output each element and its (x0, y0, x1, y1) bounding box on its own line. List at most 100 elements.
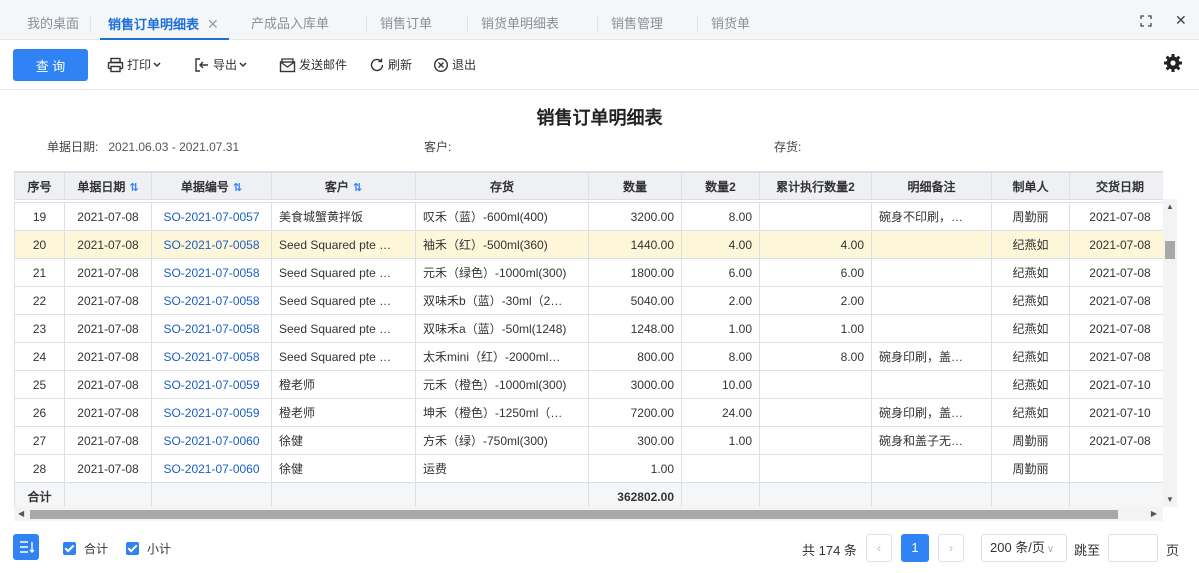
cell-order-no[interactable]: SO-2021-07-0058 (151, 230, 272, 259)
table-row[interactable]: 21 2021-07-08 SO-2021-07-0058 Seed Squared … (14, 258, 1163, 287)
cell-stock: 双味禾b（蓝）-30ml（2… (415, 286, 589, 315)
col-header-creator[interactable]: 制单人 (991, 172, 1070, 200)
tab-divider (697, 16, 698, 32)
send-email-button[interactable]: 发送邮件 (279, 56, 347, 73)
cell-executed-quantity2 (759, 202, 872, 231)
scroll-right-icon[interactable]: ▶ (1151, 509, 1157, 518)
tab-desktop[interactable]: 我的桌面 (27, 0, 79, 40)
tab-sales-order-detail[interactable]: 销售订单明细表 ✕ (100, 0, 229, 40)
vertical-scrollbar[interactable]: ▲ ▼ (1163, 199, 1177, 507)
checkbox-checked-icon (63, 542, 76, 555)
total-cell (1069, 482, 1163, 507)
current-page-button[interactable]: 1 (901, 534, 929, 562)
gear-icon[interactable] (1163, 53, 1183, 76)
table-row[interactable]: 25 2021-07-08 SO-2021-07-0059 橙老师 元禾（橙色）-100… (14, 370, 1163, 399)
cell-order-no[interactable]: SO-2021-07-0059 (151, 370, 272, 399)
mail-icon (279, 57, 296, 72)
scroll-thumb[interactable] (1165, 241, 1175, 259)
print-button[interactable]: 打印 (107, 56, 166, 73)
cell-stock: 元禾（橙色）-1000ml(300) (415, 370, 589, 399)
cell-order-no[interactable]: SO-2021-07-0058 (151, 342, 272, 371)
cell-delivery-date: 2021-07-08 (1069, 426, 1163, 455)
report-title: 销售订单明细表 (536, 108, 663, 128)
tab-divider (597, 16, 598, 32)
col-header-quantity2[interactable]: 数量2 (681, 172, 760, 200)
tab-delivery-note[interactable]: 销货单 (711, 0, 750, 40)
filter-stock: 存货: (774, 138, 801, 155)
col-header-index[interactable]: 序号 (14, 172, 65, 200)
table-row[interactable]: 24 2021-07-08 SO-2021-07-0058 Seed Squared … (14, 342, 1163, 371)
table-row[interactable]: 26 2021-07-08 SO-2021-07-0059 橙老师 坤禾（橙色）-125… (14, 398, 1163, 427)
cell-quantity2: 8.00 (681, 342, 760, 371)
cell-index: 20 (14, 230, 65, 259)
toolbar: 查 询 打印 导出 发送邮件 刷新 退出 (0, 40, 1199, 90)
cell-order-no[interactable]: SO-2021-07-0059 (151, 398, 272, 427)
cell-remark (871, 230, 992, 259)
cell-quantity: 3200.00 (588, 202, 682, 231)
sum-checkbox[interactable]: 合计 (63, 540, 108, 557)
col-header-executed-quantity2[interactable]: 累计执行数量2 (759, 172, 872, 200)
cell-order-no[interactable]: SO-2021-07-0058 (151, 258, 272, 287)
column-settings-button[interactable] (13, 534, 39, 560)
prev-page-button[interactable]: ‹ (866, 534, 892, 562)
subtotal-checkbox[interactable]: 小计 (126, 540, 171, 557)
horizontal-scrollbar[interactable]: ◀ ▶ (14, 507, 1163, 521)
sort-icon[interactable]: ⇅ (353, 182, 362, 194)
cell-creator: 纪燕如 (991, 398, 1070, 427)
cell-order-no[interactable]: SO-2021-07-0058 (151, 286, 272, 315)
col-header-delivery-date[interactable]: 交货日期 (1069, 172, 1163, 200)
cell-delivery-date (1069, 454, 1163, 483)
col-header-date[interactable]: 单据日期 ⇅ (64, 172, 152, 200)
cell-date: 2021-07-08 (64, 314, 152, 343)
cell-executed-quantity2 (759, 426, 872, 455)
table-row[interactable]: 27 2021-07-08 SO-2021-07-0060 徐健 方禾（绿）-750ml… (14, 426, 1163, 455)
tab-sales-order[interactable]: 销售订单 (380, 0, 432, 40)
close-window-icon[interactable]: ✕ (1175, 12, 1187, 29)
close-icon[interactable]: ✕ (207, 16, 219, 32)
table-row[interactable]: 23 2021-07-08 SO-2021-07-0058 Seed Squared … (14, 314, 1163, 343)
total-cell (151, 482, 272, 507)
col-header-remark[interactable]: 明细备注 (871, 172, 992, 200)
exit-button[interactable]: 退出 (433, 56, 476, 73)
total-cell (991, 482, 1070, 507)
cell-order-no[interactable]: SO-2021-07-0057 (151, 202, 272, 231)
jump-page-input[interactable] (1108, 534, 1158, 562)
col-header-stock[interactable]: 存货 (415, 172, 589, 200)
sort-icon[interactable]: ⇅ (129, 182, 138, 194)
cell-executed-quantity2 (759, 398, 872, 427)
next-page-button[interactable]: › (938, 534, 964, 562)
cell-delivery-date: 2021-07-08 (1069, 342, 1163, 371)
col-header-customer[interactable]: 客户 ⇅ (271, 172, 416, 200)
table-row[interactable]: 20 2021-07-08 SO-2021-07-0058 Seed Squared … (14, 230, 1163, 259)
cell-date: 2021-07-08 (64, 230, 152, 259)
cell-order-no[interactable]: SO-2021-07-0058 (151, 314, 272, 343)
col-header-order-no[interactable]: 单据编号 ⇅ (151, 172, 272, 200)
scroll-thumb[interactable] (30, 510, 1118, 519)
refresh-button[interactable]: 刷新 (369, 56, 412, 73)
query-button[interactable]: 查 询 (13, 49, 88, 81)
cell-creator: 纪燕如 (991, 342, 1070, 371)
cell-executed-quantity2: 4.00 (759, 230, 872, 259)
cell-remark (871, 314, 992, 343)
cell-quantity: 300.00 (588, 426, 682, 455)
fullscreen-icon[interactable] (1140, 14, 1152, 30)
table-row[interactable]: 19 2021-07-08 SO-2021-07-0057 美食城蟹黄拌饭 叹禾（蓝）-… (14, 202, 1163, 231)
cell-order-no[interactable]: SO-2021-07-0060 (151, 454, 272, 483)
export-button[interactable]: 导出 (194, 56, 252, 73)
scroll-left-icon[interactable]: ◀ (18, 509, 24, 518)
cell-quantity: 1440.00 (588, 230, 682, 259)
page-size-select[interactable]: 200 条/页 ∨ (981, 534, 1067, 562)
tab-product-inbound[interactable]: 产成品入库单 (251, 0, 329, 40)
table-row[interactable]: 22 2021-07-08 SO-2021-07-0058 Seed Squared … (14, 286, 1163, 315)
cell-stock: 方禾（绿）-750ml(300) (415, 426, 589, 455)
table-row[interactable]: 28 2021-07-08 SO-2021-07-0060 徐健 运费 1.00 周勤丽 (14, 454, 1163, 483)
scroll-up-icon[interactable]: ▲ (1166, 202, 1174, 211)
tab-delivery-detail[interactable]: 销货单明细表 (481, 0, 559, 40)
sort-icon[interactable]: ⇅ (233, 182, 242, 194)
col-header-quantity[interactable]: 数量 (588, 172, 682, 200)
cell-creator: 纪燕如 (991, 286, 1070, 315)
scroll-down-icon[interactable]: ▼ (1166, 495, 1174, 504)
tab-sales-management[interactable]: 销售管理 (611, 0, 663, 40)
cell-date: 2021-07-08 (64, 426, 152, 455)
cell-order-no[interactable]: SO-2021-07-0060 (151, 426, 272, 455)
